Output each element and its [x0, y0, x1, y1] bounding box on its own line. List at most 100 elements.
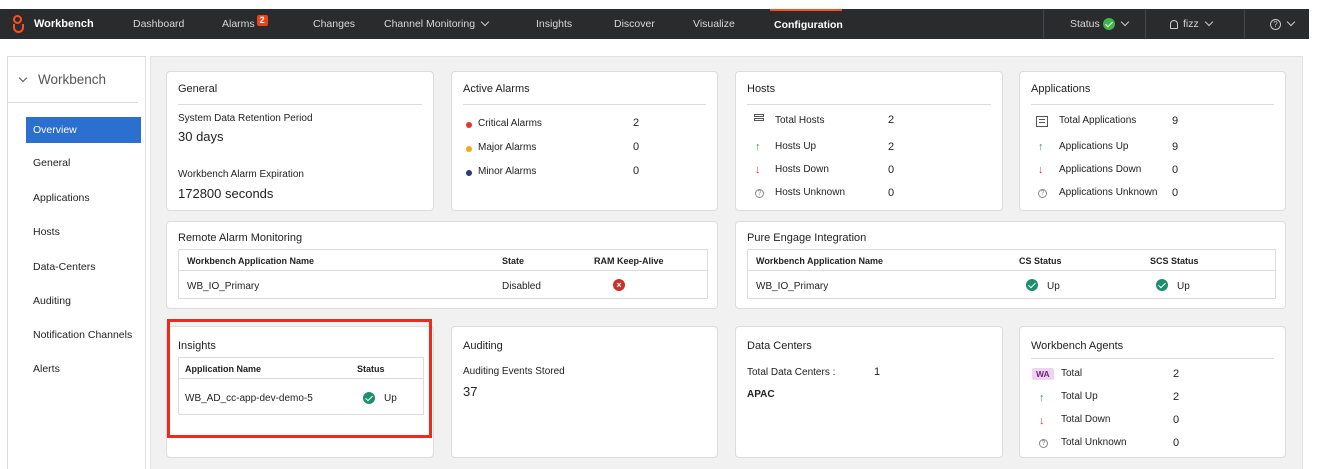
card-title: Auditing	[463, 340, 503, 352]
card-title: Active Alarms	[463, 83, 530, 95]
question-icon: ?	[1038, 189, 1047, 198]
nav-configuration[interactable]: Configuration	[770, 9, 843, 39]
card-title: Applications	[1031, 83, 1091, 95]
total-applications-label: Total Applications	[1059, 115, 1137, 126]
agents-total-label: Total	[1061, 368, 1083, 379]
user-icon	[1170, 19, 1178, 29]
top-navigation-bar: Workbench Dashboard Alarms 2 Changes Cha…	[0, 9, 1309, 39]
nav-alarms[interactable]: Alarms 2	[222, 9, 268, 39]
agents-unknown-value: 0	[1173, 437, 1180, 449]
auditing-events-value: 37	[463, 384, 478, 399]
remote-alarm-monitoring-card: Remote Alarm Monitoring Workbench Applic…	[166, 221, 718, 309]
card-title: Hosts	[747, 83, 776, 95]
sidebar-item-alerts[interactable]: Alerts	[26, 356, 141, 382]
status-menu[interactable]: Status	[1070, 9, 1130, 39]
status-label: Status	[1070, 18, 1100, 30]
card-title: General	[178, 83, 218, 95]
column-header: CS Status	[1019, 256, 1062, 266]
brand[interactable]: Workbench	[0, 9, 120, 39]
nav-separator	[1145, 9, 1146, 39]
help-icon: ?	[1270, 18, 1281, 30]
arrow-up-icon: ↑	[1039, 392, 1045, 404]
applications-down-value: 0	[1172, 164, 1179, 176]
nav-separator	[1244, 9, 1245, 39]
retention-label: System Data Retention Period	[178, 113, 313, 124]
sidebar-header[interactable]: Workbench	[8, 57, 138, 103]
sidebar-item-notification-channels[interactable]: Notification Channels	[26, 322, 141, 348]
auditing-events-label: Auditing Events Stored	[463, 366, 565, 377]
nav-channel-monitoring-label: Channel Monitoring	[384, 18, 476, 30]
error-x-icon: ×	[613, 279, 625, 291]
divider	[747, 104, 991, 105]
applications-up-label: Applications Up	[1059, 141, 1129, 152]
highlight-box	[167, 319, 432, 438]
sidebar-item-hosts[interactable]: Hosts	[26, 219, 141, 245]
sidebar-item-data-centers[interactable]: Data-Centers	[26, 254, 141, 280]
chevron-down-icon	[1204, 17, 1213, 27]
column-header: State	[502, 256, 525, 266]
arrow-up-icon: ↑	[755, 141, 761, 153]
minor-dot-icon	[466, 170, 472, 176]
column-header: SCS Status	[1150, 256, 1199, 266]
agents-up-value: 2	[1173, 391, 1180, 403]
check-circle-icon	[1026, 279, 1038, 291]
applications-card: Applications Total Applications 9 ↑ Appl…	[1019, 71, 1286, 211]
total-data-centers-label: Total Data Centers :	[747, 367, 836, 378]
column-header: Workbench Application Name	[187, 256, 315, 266]
minor-alarms-label: Minor Alarms	[478, 166, 537, 177]
nav-dashboard[interactable]: Dashboard	[133, 9, 184, 39]
nav-discover[interactable]: Discover	[614, 9, 655, 39]
hosts-down-label: Hosts Down	[775, 164, 829, 175]
nav-visualize[interactable]: Visualize	[693, 9, 735, 39]
pure-engage-table: Workbench Application Name CS Status SCS…	[747, 249, 1276, 299]
nav-insights[interactable]: Insights	[536, 9, 572, 39]
auditing-card: Auditing Auditing Events Stored 37	[451, 326, 718, 458]
nav-channel-monitoring[interactable]: Channel Monitoring	[384, 9, 490, 39]
status-ok-icon	[1102, 18, 1115, 30]
arrow-down-icon: ↓	[1039, 415, 1045, 427]
hosts-unknown-label: Hosts Unknown	[775, 187, 846, 198]
sidebar-item-general[interactable]: General	[26, 150, 141, 176]
arrow-down-icon: ↓	[755, 164, 761, 176]
sidebar-item-auditing[interactable]: Auditing	[26, 288, 141, 314]
active-alarms-card: Active Alarms Critical Alarms 2 Major Al…	[451, 71, 718, 211]
applications-up-value: 9	[1172, 141, 1179, 153]
applications-down-label: Applications Down	[1059, 164, 1142, 175]
sidebar-item-overview[interactable]: Overview	[26, 117, 141, 143]
cs-status-cell: Up	[1047, 281, 1060, 292]
nav-changes[interactable]: Changes	[313, 9, 355, 39]
general-card: General System Data Retention Period 30 …	[166, 71, 434, 211]
divider	[1031, 104, 1274, 105]
retention-value: 30 days	[178, 129, 224, 144]
card-title: Pure Engage Integration	[747, 232, 867, 244]
help-menu[interactable]: ?	[1270, 9, 1296, 39]
agents-total-value: 2	[1173, 368, 1180, 380]
pure-engage-integration-card: Pure Engage Integration Workbench Applic…	[735, 221, 1286, 309]
hosts-up-value: 2	[888, 141, 895, 153]
major-alarms-label: Major Alarms	[478, 142, 537, 153]
app-name-cell: WB_IO_Primary	[187, 281, 260, 292]
app-name-cell: WB_IO_Primary	[756, 281, 829, 292]
applications-unknown-value: 0	[1172, 187, 1179, 199]
agents-unknown-label: Total Unknown	[1061, 437, 1127, 448]
major-alarms-value: 0	[633, 141, 640, 153]
critical-alarms-label: Critical Alarms	[478, 118, 542, 129]
data-center-name: APAC	[747, 389, 775, 400]
chevron-down-icon	[480, 17, 490, 27]
total-applications-value: 9	[1172, 115, 1179, 127]
check-circle-icon	[1156, 279, 1168, 291]
sidebar-item-applications[interactable]: Applications	[26, 185, 141, 211]
user-menu[interactable]: fizz	[1170, 9, 1213, 39]
hosts-up-label: Hosts Up	[775, 141, 817, 152]
applications-unknown-label: Applications Unknown	[1059, 187, 1158, 198]
critical-alarms-value: 2	[633, 117, 640, 129]
genesys-logo-icon	[12, 15, 26, 33]
expiration-label: Workbench Alarm Expiration	[178, 169, 304, 180]
alarms-count-badge: 2	[256, 14, 268, 26]
card-title: Workbench Agents	[1031, 340, 1124, 352]
arrow-down-icon: ↓	[1038, 164, 1044, 176]
column-header: RAM Keep-Alive	[594, 256, 664, 266]
server-icon	[754, 114, 764, 125]
data-centers-card: Data Centers Total Data Centers : 1 APAC	[735, 326, 1003, 458]
question-icon: ?	[1039, 439, 1048, 448]
